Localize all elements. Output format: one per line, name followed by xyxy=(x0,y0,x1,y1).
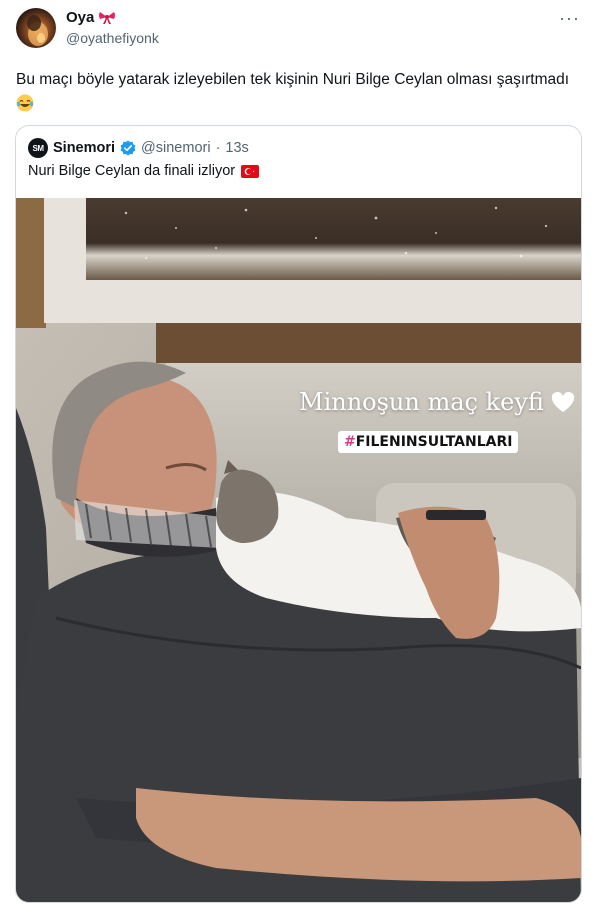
bow-icon xyxy=(98,11,116,25)
story-hashtag: #FILENINSULTANLARI xyxy=(338,431,519,453)
verified-badge-icon xyxy=(120,140,136,156)
turkey-flag-icon xyxy=(241,164,260,178)
quoted-avatar[interactable]: SM xyxy=(28,138,48,158)
photo-scene xyxy=(16,198,581,902)
laughing-tears-icon xyxy=(16,94,34,112)
hashtag-text: FILENINSULTANLARI xyxy=(355,434,513,450)
quoted-tweet[interactable]: SM Sinemori @sinemori · 13s Nuri Bilge C… xyxy=(15,125,582,903)
quoted-header: SM Sinemori @sinemori · 13s xyxy=(28,138,249,158)
author-handle[interactable]: @oyathefiyonk xyxy=(66,30,159,46)
tweet-text: Bu maçı böyle yatarak izleyebilen tek ki… xyxy=(16,67,576,117)
quoted-body: Nuri Bilge Ceylan da finali izliyor xyxy=(28,163,236,179)
author-name-row[interactable]: Oya xyxy=(66,9,116,26)
author-display-name[interactable]: Oya xyxy=(66,9,94,26)
quoted-name[interactable]: Sinemori xyxy=(53,140,115,156)
tweet: Oya @oyathefiyonk ··· Bu maçı böyle yata… xyxy=(0,0,594,914)
quoted-photo[interactable]: Minnoşun maç keyfi #FILENINSULTANLARI xyxy=(16,198,581,902)
tweet-body: Bu maçı böyle yatarak izleyebilen tek ki… xyxy=(16,71,570,88)
author-avatar[interactable] xyxy=(16,8,56,48)
quoted-time[interactable]: 13s xyxy=(225,140,248,156)
hashtag-symbol: # xyxy=(344,434,356,450)
white-heart-icon xyxy=(550,390,576,414)
quoted-handle[interactable]: @sinemori xyxy=(141,140,211,156)
story-caption: Minnoşun maç keyfi xyxy=(299,388,576,416)
more-options-icon[interactable]: ··· xyxy=(559,8,580,29)
story-caption-text: Minnoşun maç keyfi xyxy=(299,388,544,416)
quoted-text: Nuri Bilge Ceylan da finali izliyor xyxy=(28,163,260,179)
quoted-separator: · xyxy=(215,140,221,156)
